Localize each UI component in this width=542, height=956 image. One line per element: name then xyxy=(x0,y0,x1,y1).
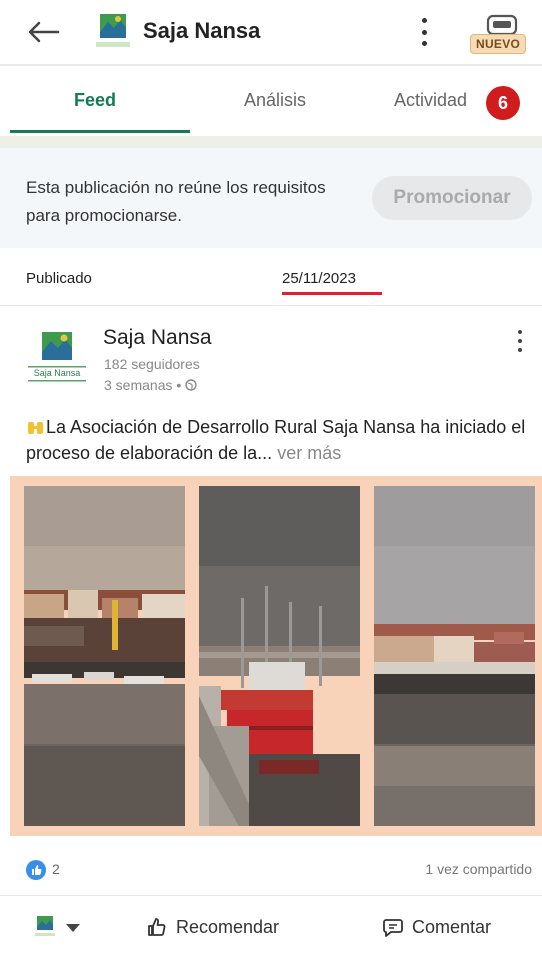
globe-icon xyxy=(185,379,197,391)
date-underline xyxy=(282,292,382,295)
photo-harbor-3[interactable] xyxy=(374,486,535,826)
post-time: 3 semanas • xyxy=(104,377,197,393)
post-time-text: 3 semanas • xyxy=(104,377,182,393)
promote-button[interactable]: Promocionar xyxy=(372,176,532,220)
reaction-count[interactable]: 2 xyxy=(52,861,60,877)
page-title: Saja Nansa xyxy=(143,18,261,43)
tab-feed[interactable]: Feed xyxy=(74,90,116,111)
more-options-button[interactable] xyxy=(414,14,434,50)
post-body-text: La Asociación de Desarrollo Rural Saja N… xyxy=(26,417,526,463)
comment-label: Comentar xyxy=(412,916,492,937)
divider xyxy=(0,136,542,148)
share-count[interactable]: 1 vez compartido xyxy=(425,861,532,877)
back-button[interactable] xyxy=(26,16,66,48)
see-more-link[interactable]: ver más xyxy=(277,443,341,463)
post-author-logo[interactable]: Saja Nansa xyxy=(24,328,90,386)
nuevo-button[interactable]: NUEVO xyxy=(468,10,534,60)
chevron-down-icon[interactable] xyxy=(66,924,80,932)
photo-harbor-2[interactable] xyxy=(199,486,360,826)
activity-count-badge: 6 xyxy=(486,86,520,120)
recommend-label: Recomendar xyxy=(176,916,280,937)
social-counts: 2 1 vez compartido xyxy=(0,846,542,896)
active-tab-indicator xyxy=(10,130,190,133)
logo-text: Saja Nansa xyxy=(34,368,81,378)
published-date: 25/11/2023 xyxy=(282,270,356,287)
thumbs-up-icon xyxy=(148,918,166,936)
published-label: Publicado xyxy=(26,270,92,287)
app-header: Saja Nansa NUEVO xyxy=(0,0,542,66)
nuevo-badge: NUEVO xyxy=(470,34,527,54)
comment-button[interactable]: Comentar xyxy=(382,916,491,938)
photo-harbor-1[interactable] xyxy=(24,486,185,826)
recommend-button[interactable]: Recomendar xyxy=(146,916,279,938)
promotion-notice-text: Esta publicación no reúne los requisitos… xyxy=(26,178,326,225)
like-reaction-icon[interactable] xyxy=(26,860,46,880)
comment-icon xyxy=(383,919,403,937)
tab-analisis[interactable]: Análisis xyxy=(244,90,306,111)
post-followers: 182 seguidores xyxy=(104,356,200,372)
post-options-button[interactable] xyxy=(514,330,526,352)
post-text: La Asociación de Desarrollo Rural Saja N… xyxy=(26,414,526,466)
actor-avatar-icon[interactable] xyxy=(32,914,58,940)
published-row: Publicado 25/11/2023 xyxy=(0,248,542,306)
post-author[interactable]: Saja Nansa xyxy=(103,326,212,350)
post-image-gallery[interactable] xyxy=(10,476,542,836)
company-logo[interactable] xyxy=(92,10,134,52)
post-actions: Recomendar Comentar xyxy=(0,896,542,956)
arrow-left-icon xyxy=(28,21,60,43)
tab-bar: Feed Análisis Actividad xyxy=(0,66,542,136)
tab-actividad[interactable]: Actividad xyxy=(394,90,467,111)
hands-emoji-icon xyxy=(28,422,43,434)
